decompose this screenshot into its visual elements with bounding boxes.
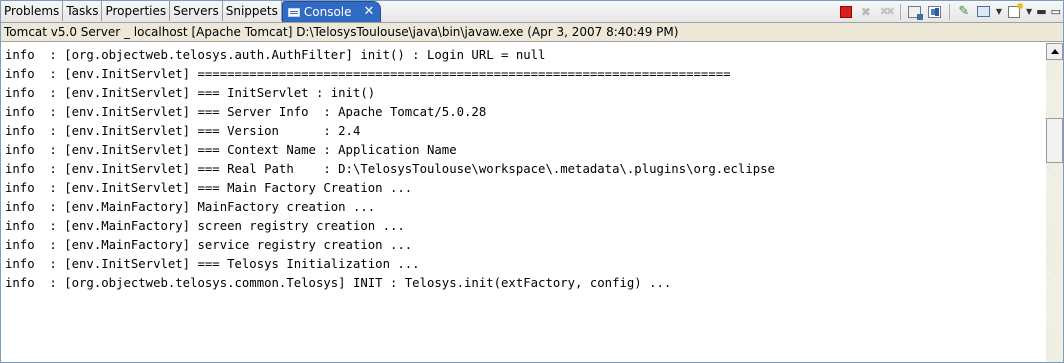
tab-problems[interactable]: Problems [1,1,64,21]
display-selected-console-icon [977,6,991,17]
tab-servers[interactable]: Servers [170,1,223,21]
remove-all-terminated-button[interactable]: ✖✖ [878,4,896,20]
tab-properties[interactable]: Properties [102,1,171,21]
clear-console-button[interactable] [927,4,943,20]
view-tab-bar: Problems Tasks Properties Servers Snippe… [1,1,1063,23]
scrollbar-thumb[interactable] [1046,118,1063,163]
terminate-button[interactable] [838,4,854,20]
console-line: info : [org.objectweb.telosys.auth.AuthF… [5,48,546,62]
tab-list: Problems Tasks Properties Servers Snippe… [1,1,382,22]
vertical-scrollbar[interactable] [1046,43,1063,362]
console-view: Problems Tasks Properties Servers Snippe… [0,0,1064,363]
tab-snippets[interactable]: Snippets [223,1,282,21]
console-output[interactable]: info : [org.objectweb.telosys.auth.AuthF… [1,43,1046,362]
pin-console-button[interactable]: ✎ [956,4,972,20]
console-line: info : [env.InitServlet] === Version : 2… [5,124,361,138]
console-line: info : [env.MainFactory] screen registry… [5,219,405,233]
close-icon[interactable]: ✕ [364,2,375,22]
remove-launch-icon: ✖ [860,4,871,19]
console-line: info : [env.InitServlet] === Telosys Ini… [5,257,420,271]
terminate-icon [839,5,852,18]
tab-console[interactable]: Console ✕ [281,1,382,22]
console-line: info : [env.InitServlet] === Server Info… [5,105,487,119]
maximize-icon[interactable]: ▭ [1051,5,1061,18]
console-line: info : [env.InitServlet] === Real Path :… [5,162,775,176]
scroll-lock-button[interactable] [907,4,924,20]
scroll-up-arrow-icon[interactable] [1046,43,1063,60]
open-console-icon [1008,2,1024,18]
chevron-down-icon[interactable]: ▼ [1026,7,1032,16]
display-selected-console-button[interactable] [976,4,992,20]
tab-console-label: Console [303,5,352,19]
open-console-button[interactable] [1006,2,1024,20]
console-line: info : [env.InitServlet] === Main Factor… [5,181,413,195]
console-icon [287,7,300,17]
toolbar-separator [899,3,901,20]
view-toolbar: ✖ ✖✖ ✎ ▼ ▼ ▬ ▭ [838,2,1061,21]
pin-console-icon: ✎ [958,4,970,19]
console-line: info : [env.InitServlet] ===============… [5,67,731,81]
console-line: info : [org.objectweb.telosys.common.Tel… [5,276,672,290]
console-description: Tomcat v5.0 Server _ localhost [Apache T… [1,23,1063,42]
clear-console-icon [928,5,942,18]
console-line: info : [env.InitServlet] === InitServlet… [5,86,376,100]
scroll-lock-icon [908,5,924,20]
minimize-icon[interactable]: ▬ [1036,5,1046,18]
console-line: info : [env.MainFactory] service registr… [5,238,413,252]
tab-tasks[interactable]: Tasks [63,1,103,21]
console-line: info : [env.InitServlet] === Context Nam… [5,143,457,157]
chevron-down-icon[interactable]: ▼ [996,7,1002,16]
remove-all-terminated-icon: ✖✖ [879,5,896,18]
console-line: info : [env.MainFactory] MainFactory cre… [5,200,376,214]
remove-launch-button[interactable]: ✖ [858,4,874,20]
toolbar-separator [948,3,950,20]
console-lines: info : [org.objectweb.telosys.auth.AuthF… [5,46,775,293]
